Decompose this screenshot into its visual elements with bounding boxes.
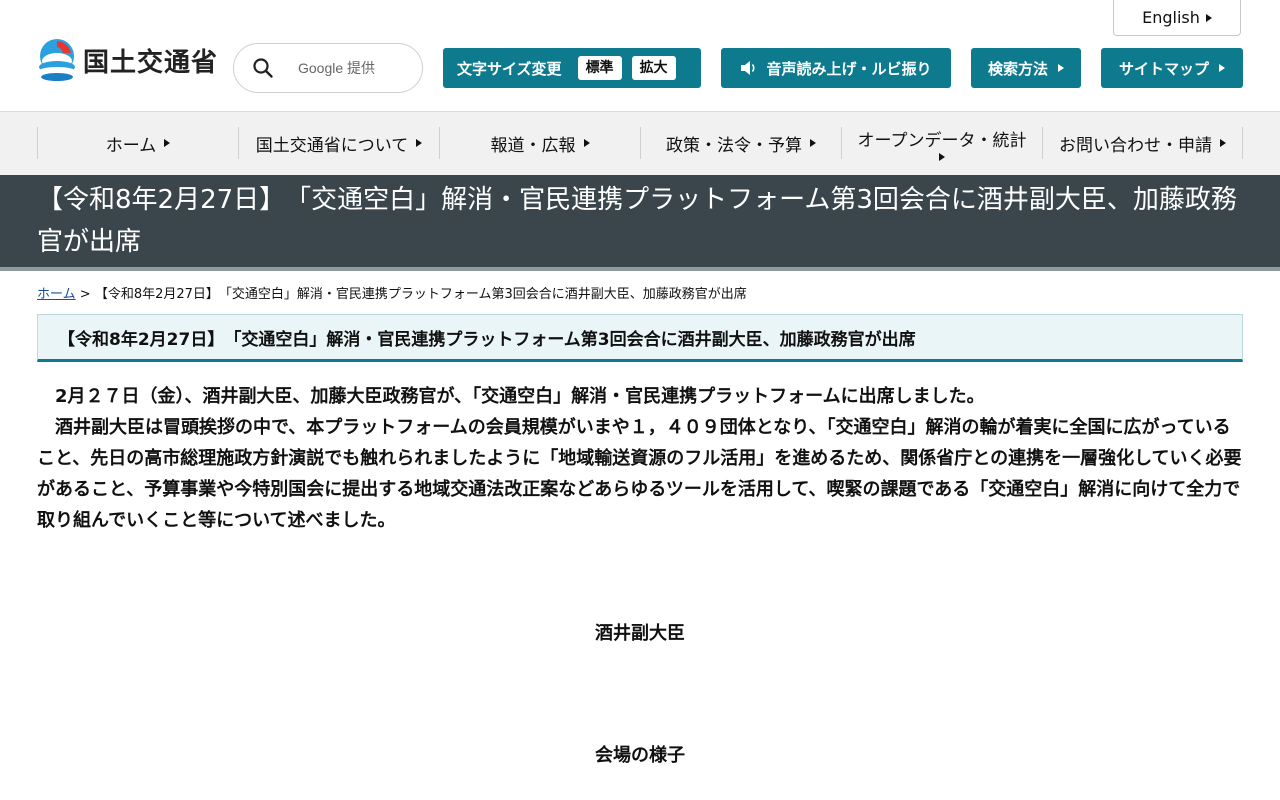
search-method-button[interactable]: 検索方法 <box>971 48 1081 88</box>
font-size-control: 文字サイズ変更 標準 拡大 <box>443 48 701 88</box>
article-paragraph: 2月２７日（金）、酒井副大臣、加藤大臣政務官が、「交通空白」解消・官民連携プラッ… <box>55 386 985 407</box>
nav-item-contact[interactable]: お問い合わせ・申請 <box>1042 127 1243 159</box>
breadcrumb: ホーム > 【令和8年2月27日】 「交通空白」解消・官民連携プラットフォーム第… <box>37 283 747 302</box>
arrow-right-icon <box>810 139 816 147</box>
sitemap-button[interactable]: サイトマップ <box>1101 48 1243 88</box>
arrow-right-icon <box>1219 64 1225 72</box>
arrow-right-icon <box>416 139 423 147</box>
arrow-right-icon <box>583 139 590 147</box>
font-size-large-button[interactable]: 拡大 <box>631 56 676 80</box>
article-paragraph: 酒井副大臣は冒頭挨拶の中で、本プラットフォームの会員規模がいまや１，４０９団体と… <box>37 417 1242 531</box>
breadcrumb-current: 【令和8年2月27日】 「交通空白」解消・官民連携プラットフォーム第3回会合に酒… <box>94 287 747 302</box>
nav-item-home[interactable]: ホーム <box>37 127 238 159</box>
nav-item-about[interactable]: 国土交通省について <box>238 127 439 159</box>
font-size-label: 文字サイズ変更 <box>457 59 562 78</box>
nav-item-label: ホーム <box>105 135 157 156</box>
nav-item-open-data[interactable]: オープンデータ・統計 <box>841 127 1042 161</box>
speaker-icon <box>741 61 756 75</box>
breadcrumb-separator: > <box>79 287 91 302</box>
font-size-standard-button[interactable]: 標準 <box>577 56 622 80</box>
arrow-right-icon <box>164 139 171 147</box>
page-title-band: 【令和8年2月27日】 「交通空白」解消・官民連携プラットフォーム第3回会合に酒… <box>0 175 1280 271</box>
nav-item-label: オープンデータ・統計 <box>857 130 1027 151</box>
search-input[interactable] <box>296 59 420 77</box>
logo-text: 国土交通省 <box>83 47 219 78</box>
global-nav: ホーム 国土交通省について 報道・広報 政策・法令・予算 オープンデータ・統計 … <box>0 112 1280 175</box>
photo-caption: 会場の様子 <box>595 745 685 766</box>
site-search[interactable] <box>233 43 423 93</box>
breadcrumb-home-link[interactable]: ホーム <box>37 287 76 302</box>
mlit-logo-icon <box>39 39 75 81</box>
arrow-right-icon <box>1058 64 1064 72</box>
photo-caption: 酒井副大臣 <box>595 623 685 644</box>
voice-ruby-label: 音声読み上げ・ルビ振り <box>766 59 932 78</box>
voice-ruby-button[interactable]: 音声読み上げ・ルビ振り <box>721 48 951 88</box>
page-title: 【令和8年2月27日】 「交通空白」解消・官民連携プラットフォーム第3回会合に酒… <box>37 185 1237 257</box>
nav-item-label: 政策・法令・予算 <box>666 135 802 156</box>
article-body: 2月２７日（金）、酒井副大臣、加藤大臣政務官が、「交通空白」解消・官民連携プラッ… <box>37 381 1243 536</box>
site-header: English 国土交通省 文字サイズ変更 標準 拡大 音声読み上げ・ルビ振り <box>0 0 1280 112</box>
arrow-right-icon <box>939 152 945 161</box>
english-label: English <box>1142 8 1200 27</box>
arrow-right-icon <box>1220 139 1226 147</box>
nav-item-label: 国土交通省について <box>255 135 409 156</box>
nav-item-label: 報道・広報 <box>490 135 576 156</box>
nav-item-policy[interactable]: 政策・法令・予算 <box>640 127 841 159</box>
search-icon[interactable] <box>252 57 274 79</box>
nav-item-label: お問い合わせ・申請 <box>1059 135 1212 156</box>
site-logo[interactable]: 国土交通省 <box>37 37 218 83</box>
search-method-label: 検索方法 <box>987 59 1048 78</box>
english-button[interactable]: English <box>1113 0 1241 36</box>
nav-item-press[interactable]: 報道・広報 <box>439 127 640 159</box>
arrow-right-icon <box>1205 13 1212 22</box>
article-heading: 【令和8年2月27日】 「交通空白」解消・官民連携プラットフォーム第3回会合に酒… <box>37 314 1243 362</box>
sitemap-label: サイトマップ <box>1118 59 1209 78</box>
